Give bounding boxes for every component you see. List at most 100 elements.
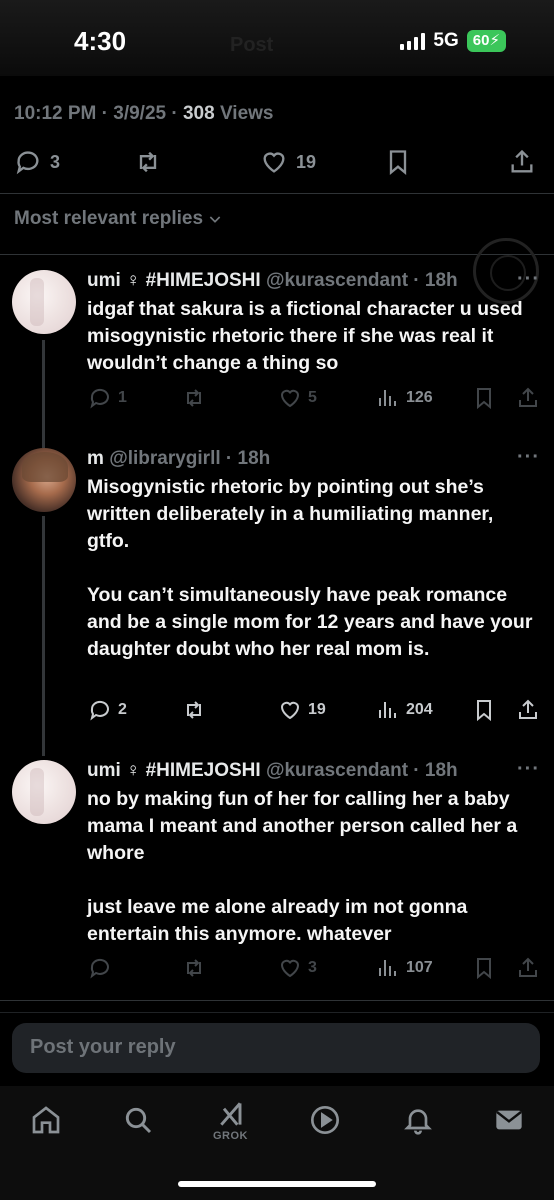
views-button[interactable]: 126	[376, 386, 433, 410]
reply-text: no by making fun of her for calling her …	[87, 786, 537, 948]
handle[interactable]: @librarygirll	[109, 448, 220, 469]
reply-time: 18h	[237, 448, 271, 469]
share-button[interactable]	[516, 956, 540, 980]
views-count: 126	[406, 389, 433, 406]
handle[interactable]: @kurascendant	[266, 760, 408, 781]
chevron-down-icon	[209, 216, 221, 223]
bookmark-button[interactable]	[472, 956, 496, 980]
views-button[interactable]: 204	[376, 698, 433, 722]
play-icon	[311, 1106, 339, 1134]
signal-icon	[400, 32, 426, 50]
views-count: 308	[182, 103, 215, 124]
post-action-bar: 3 19	[0, 146, 554, 182]
handle[interactable]: @kurascendant	[266, 270, 408, 291]
reply-paragraph: no by making fun of her for calling her …	[87, 788, 518, 864]
divider	[0, 1000, 554, 1001]
reply-paragraph: just leave me alone already im not gonna…	[87, 896, 468, 945]
share-button[interactable]	[516, 386, 540, 410]
display-name[interactable]: umi ♀ #HIMEJOSHI	[87, 270, 261, 291]
search-icon	[125, 1107, 152, 1134]
share-button[interactable]	[508, 148, 536, 176]
divider	[0, 254, 554, 255]
like-count: 3	[308, 959, 317, 976]
reply-count: 1	[118, 389, 127, 406]
bookmark-icon	[477, 700, 491, 722]
like-button[interactable]: 19	[278, 698, 326, 722]
bookmark-button[interactable]	[384, 148, 412, 176]
tab-notifications[interactable]	[398, 1100, 438, 1140]
post-date: 3/9/25	[113, 103, 167, 124]
bell-icon	[404, 1109, 432, 1135]
avatar[interactable]	[12, 270, 76, 334]
repost-button[interactable]	[182, 956, 206, 980]
reply-button[interactable]: 2	[88, 698, 127, 722]
bar-chart-icon	[379, 390, 396, 406]
bookmark-button[interactable]	[472, 698, 496, 722]
avatar[interactable]	[12, 760, 76, 824]
repost-button[interactable]	[134, 148, 162, 176]
views-count: 107	[406, 959, 433, 976]
display-name[interactable]: umi ♀ #HIMEJOSHI	[87, 760, 261, 781]
reply-count: 3	[50, 151, 61, 172]
reply-text: Misogynistic rhetoric by pointing out sh…	[87, 474, 537, 663]
post-meta: 10:12 PM · 3/9/25 · 308 Views	[14, 103, 274, 124]
more-options-icon[interactable]: ···	[517, 446, 540, 469]
tab-home[interactable]	[26, 1100, 66, 1140]
battery-icon: 60⚡	[466, 30, 506, 52]
reply-actions: 1 5 126	[0, 386, 554, 416]
grok-label: GROK	[213, 1130, 248, 1142]
reply-header: umi ♀ #HIMEJOSHI @kurascendant · 18h	[87, 270, 458, 291]
bookmark-icon	[477, 388, 491, 410]
status-indicators: 5G 60⚡	[400, 30, 506, 52]
like-button[interactable]: 5	[278, 386, 317, 410]
more-options-icon[interactable]: ···	[517, 268, 540, 291]
share-icon	[519, 387, 537, 407]
reply-actions: 3 107	[0, 956, 554, 986]
like-button[interactable]: 19	[260, 148, 316, 176]
share-button[interactable]	[516, 698, 540, 722]
avatar[interactable]	[12, 448, 76, 512]
tab-video[interactable]	[305, 1100, 345, 1140]
status-time: 4:30	[74, 26, 127, 56]
reply-button[interactable]	[88, 956, 112, 980]
reply-icon	[90, 700, 109, 721]
reply-button[interactable]: 3	[14, 148, 60, 176]
reply-icon	[90, 958, 109, 979]
reply-composer-input[interactable]: Post your reply	[12, 1023, 540, 1073]
divider	[0, 1012, 554, 1013]
display-name[interactable]: m	[87, 448, 104, 469]
reply-icon	[16, 151, 39, 175]
bookmark-icon	[477, 958, 491, 980]
like-count: 5	[308, 389, 317, 406]
repost-icon	[139, 151, 157, 173]
more-options-icon[interactable]: ···	[517, 758, 540, 781]
sort-replies-dropdown[interactable]: Most relevant replies	[14, 208, 223, 230]
heart-icon	[280, 959, 300, 978]
sort-label: Most relevant replies	[14, 208, 204, 229]
reply-icon	[90, 388, 109, 409]
reply-paragraph: You can’t simultaneously have peak roman…	[87, 584, 533, 660]
reply-button[interactable]: 1	[88, 386, 127, 410]
views-button[interactable]: 107	[376, 956, 433, 980]
faint-page-title: Post	[230, 34, 274, 56]
views-count: 204	[406, 701, 433, 718]
post-time: 10:12 PM	[14, 103, 97, 124]
heart-icon	[280, 389, 300, 408]
grok-icon	[220, 1102, 242, 1126]
tab-grok[interactable]	[212, 1094, 252, 1134]
network-label: 5G	[433, 30, 459, 51]
mail-icon	[496, 1110, 522, 1130]
repost-button[interactable]	[182, 698, 206, 722]
tab-search[interactable]	[118, 1100, 158, 1140]
bookmark-icon	[389, 150, 407, 175]
like-button[interactable]: 3	[278, 956, 317, 980]
battery-level: 60	[472, 32, 490, 49]
home-icon	[32, 1106, 60, 1134]
home-indicator	[178, 1181, 376, 1187]
repost-button[interactable]	[182, 386, 206, 410]
share-icon	[511, 149, 533, 173]
tab-messages[interactable]	[489, 1100, 529, 1140]
share-icon	[519, 699, 537, 719]
bookmark-button[interactable]	[472, 386, 496, 410]
heart-icon	[263, 152, 285, 173]
